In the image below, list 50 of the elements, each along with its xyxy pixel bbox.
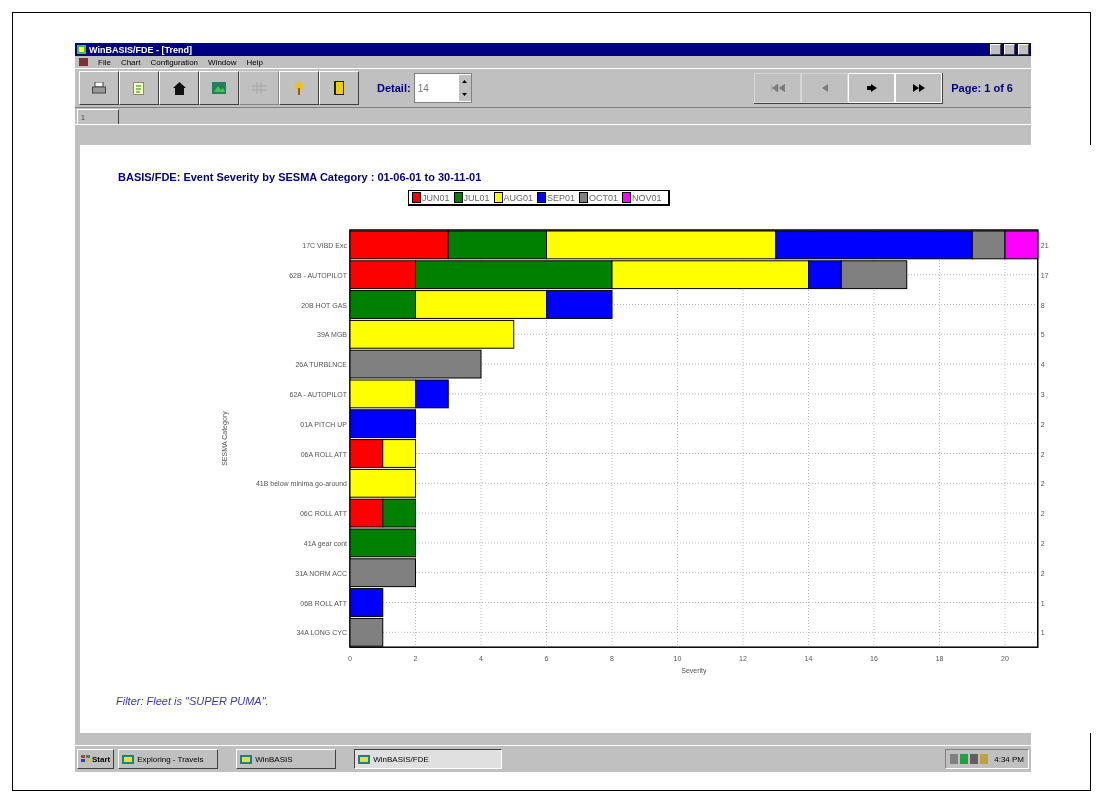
windows-logo-icon	[81, 755, 90, 763]
start-button[interactable]: Start	[77, 749, 115, 769]
toolbar-button[interactable]	[119, 71, 159, 105]
toolbar-button[interactable]	[159, 71, 199, 105]
up-arrow-icon	[462, 80, 468, 83]
filter-note: Filter: Fleet is "SUPER PUMA".	[116, 695, 270, 708]
window-icon	[122, 754, 135, 764]
legend-label: JUL01	[463, 192, 490, 203]
legend-label: AUG01	[503, 192, 534, 203]
detail-label: Detail:	[377, 82, 411, 94]
legend-label: JUN01	[422, 192, 450, 203]
tray-icons	[950, 754, 991, 764]
legend-label: OCT01	[589, 192, 619, 203]
down-arrow-icon	[462, 93, 468, 96]
last-page-icon	[912, 83, 925, 92]
menu-item[interactable]: Configuration	[150, 57, 199, 67]
previous-icon	[820, 83, 829, 92]
window-icon	[240, 754, 253, 764]
menu-item[interactable]: Chart	[120, 57, 141, 67]
window-icon	[358, 754, 371, 764]
page-indicator: Page: 1 of 6	[951, 82, 1013, 94]
taskbar-button[interactable]: Exploring - Travels	[118, 749, 219, 769]
picture-icon	[212, 82, 226, 94]
first-page-icon	[770, 83, 785, 92]
page-nav-button[interactable]	[848, 72, 896, 103]
close-button[interactable]	[1018, 44, 1029, 55]
toolbar-button[interactable]	[79, 71, 119, 105]
menu-item[interactable]: File	[98, 57, 111, 67]
maximize-button[interactable]	[1004, 44, 1015, 55]
taskbar-button[interactable]: WinBASIS	[236, 749, 337, 769]
app-icon	[77, 45, 86, 54]
menu-item[interactable]: Window	[208, 57, 237, 67]
chart-title: BASIS/FDE: Event Severity by SESMA Category : 01-06-01 to 30-11-01	[118, 171, 483, 183]
window-title: WinBASIS/FDE - [Trend]	[89, 44, 193, 55]
legend-label: NOV01	[632, 192, 662, 203]
clock: 4:34 PM	[994, 754, 1024, 764]
toolbar-button[interactable]	[279, 71, 319, 105]
door-icon	[334, 81, 344, 95]
taskbar-button[interactable]: WinBASIS/FDE	[354, 749, 503, 769]
printer-icon	[92, 82, 106, 94]
house-icon	[172, 81, 186, 95]
legend-label: SEP01	[547, 192, 576, 203]
next-icon	[866, 83, 877, 92]
menu-item[interactable]: Help	[246, 57, 263, 67]
toolbar-button[interactable]	[319, 71, 359, 105]
page-nav-button[interactable]	[895, 72, 943, 103]
key-icon	[293, 81, 305, 95]
minimize-button[interactable]	[990, 44, 1001, 55]
toolbar-button[interactable]	[199, 71, 239, 105]
detail-spinbox[interactable]: 14	[413, 73, 472, 103]
